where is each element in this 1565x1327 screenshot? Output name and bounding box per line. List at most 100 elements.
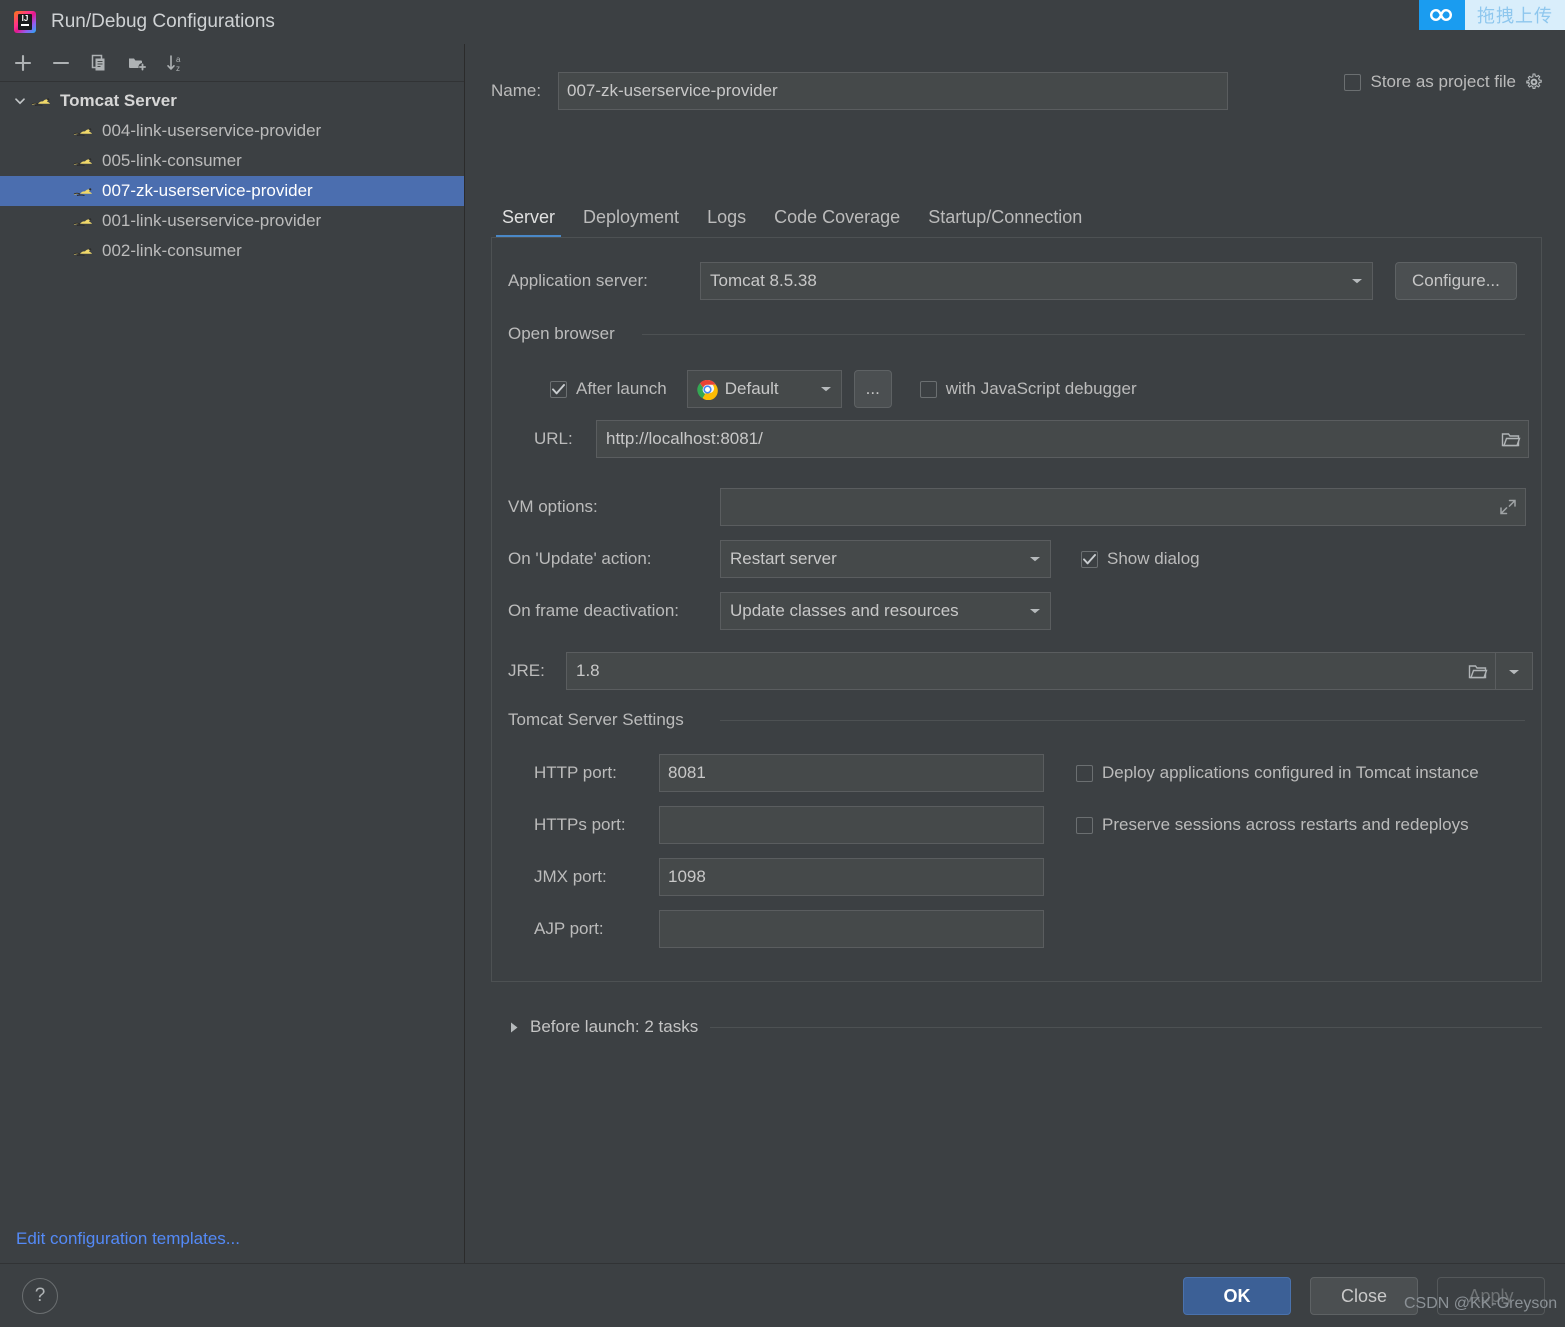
on-frame-deactivation-label: On frame deactivation: xyxy=(508,601,680,620)
configure-button[interactable]: Configure... xyxy=(1395,262,1517,300)
gear-icon[interactable] xyxy=(1525,73,1543,91)
name-label: Name: xyxy=(491,81,542,100)
infinity-icon xyxy=(1419,0,1465,30)
tree-item-004-link-userservice-provider[interactable]: 004-link-userservice-provider xyxy=(0,116,464,146)
tree-item-002-link-consumer[interactable]: 002-link-consumer xyxy=(0,236,464,266)
tree-item-label: 007-zk-userservice-provider xyxy=(102,181,313,200)
jre-dropdown-button[interactable] xyxy=(1496,652,1533,690)
before-launch-section[interactable]: Before launch: 2 tasks xyxy=(491,1004,1542,1050)
ok-button[interactable]: OK xyxy=(1183,1277,1291,1315)
jmx-port-input[interactable] xyxy=(659,858,1044,896)
vm-options-field[interactable] xyxy=(720,488,1526,526)
js-debugger-checkbox[interactable] xyxy=(919,380,937,398)
tomcat-icon xyxy=(72,182,96,200)
tree-toolbar: a z xyxy=(0,44,464,82)
url-label: URL: xyxy=(534,429,573,448)
vm-options-label: VM options: xyxy=(508,497,598,516)
configurations-panel: a z Tomcat Server 004-link-userservice-p… xyxy=(0,44,465,1263)
jre-field[interactable]: 1.8 xyxy=(566,652,1496,690)
https-port-input[interactable] xyxy=(659,806,1044,844)
show-dialog-checkbox[interactable] xyxy=(1081,550,1098,568)
url-row: URL: http://localhost:8081/ xyxy=(534,420,1529,458)
folder-icon[interactable] xyxy=(1494,431,1528,448)
tree-item-label: 005-link-consumer xyxy=(102,151,242,170)
store-as-project-file-row: Store as project file xyxy=(1344,72,1543,92)
tree-item-label: 002-link-consumer xyxy=(102,241,242,260)
jmx-port-label: JMX port: xyxy=(534,867,607,886)
on-update-action-label: On 'Update' action: xyxy=(508,549,652,568)
browser-combo[interactable]: Default xyxy=(686,370,842,408)
dialog-title: Run/Debug Configurations xyxy=(51,11,275,32)
tab-code-coverage[interactable]: Code Coverage xyxy=(760,207,914,238)
folder-icon[interactable] xyxy=(1461,663,1495,680)
svg-text:z: z xyxy=(176,64,180,73)
before-launch-label: Before launch: 2 tasks xyxy=(530,1017,699,1036)
dialog-titlebar: IJ Run/Debug Configurations xyxy=(0,0,1565,44)
edit-configuration-templates[interactable]: Edit configuration templates... xyxy=(0,1215,465,1263)
on-update-action-row: On 'Update' action: Restart server Show … xyxy=(508,540,1200,578)
close-button[interactable]: Close xyxy=(1310,1277,1418,1315)
chevron-down-icon[interactable] xyxy=(10,94,30,108)
open-browser-group-divider xyxy=(642,334,1525,335)
http-port-label: HTTP port: xyxy=(534,763,617,782)
application-server-combo[interactable]: Tomcat 8.5.38 xyxy=(700,262,1373,300)
jre-label: JRE: xyxy=(508,661,545,680)
before-launch-divider xyxy=(710,1026,1542,1028)
tab-deployment[interactable]: Deployment xyxy=(569,207,693,238)
ajp-port-label: AJP port: xyxy=(534,919,604,938)
on-frame-deactivation-row: On frame deactivation: Update classes an… xyxy=(508,592,1051,630)
jre-value: 1.8 xyxy=(576,661,600,680)
http-port-input[interactable] xyxy=(659,754,1044,792)
edit-configuration-templates-link[interactable]: Edit configuration templates... xyxy=(16,1229,240,1249)
show-dialog-label: Show dialog xyxy=(1107,549,1200,568)
chevron-right-icon[interactable] xyxy=(509,1021,520,1034)
tomcat-icon xyxy=(30,92,54,110)
upload-badge[interactable]: 拖拽上传 xyxy=(1419,0,1565,30)
https-port-row: HTTPs port: Preserve sessions across res… xyxy=(534,806,1469,844)
configuration-tabs[interactable]: Server Deployment Logs Code Coverage Sta… xyxy=(466,194,1565,238)
chevron-down-icon xyxy=(1342,277,1372,285)
add-configuration-button[interactable] xyxy=(6,47,40,79)
configurations-tree[interactable]: Tomcat Server 004-link-userservice-provi… xyxy=(0,82,464,266)
chevron-down-icon xyxy=(1020,555,1050,563)
watermark: CSDN @KK-Greyson xyxy=(1404,1295,1558,1312)
tree-group-label: Tomcat Server xyxy=(60,91,177,110)
on-frame-deactivation-value: Update classes and resources xyxy=(730,601,959,620)
chevron-down-icon xyxy=(811,385,841,393)
remove-configuration-button[interactable] xyxy=(44,47,78,79)
on-frame-deactivation-combo[interactable]: Update classes and resources xyxy=(720,592,1051,630)
expand-icon[interactable] xyxy=(1491,498,1525,516)
after-launch-label: After launch xyxy=(576,379,667,398)
deploy-applications-checkbox[interactable] xyxy=(1076,764,1093,782)
application-server-value: Tomcat 8.5.38 xyxy=(710,271,817,290)
sort-configurations-button[interactable]: a z xyxy=(158,47,192,79)
tab-startup-connection[interactable]: Startup/Connection xyxy=(914,207,1096,238)
new-folder-button[interactable] xyxy=(120,47,154,79)
on-update-action-combo[interactable]: Restart server xyxy=(720,540,1051,578)
tree-item-005-link-consumer[interactable]: 005-link-consumer xyxy=(0,146,464,176)
name-input[interactable] xyxy=(558,72,1228,110)
tab-logs[interactable]: Logs xyxy=(693,207,760,238)
copy-configuration-button[interactable] xyxy=(82,47,116,79)
application-server-label: Application server: xyxy=(508,271,648,290)
tomcat-icon xyxy=(72,122,96,140)
chevron-down-icon xyxy=(1020,607,1050,615)
chrome-icon xyxy=(697,379,718,400)
help-button[interactable]: ? xyxy=(22,1278,58,1314)
store-as-project-file-checkbox[interactable] xyxy=(1344,73,1362,91)
tab-server[interactable]: Server xyxy=(488,207,569,238)
js-debugger-label: with JavaScript debugger xyxy=(945,379,1137,398)
ajp-port-row: AJP port: xyxy=(534,910,1044,948)
tree-item-007-zk-userservice-provider[interactable]: 007-zk-userservice-provider xyxy=(0,176,464,206)
tree-group-tomcat-server[interactable]: Tomcat Server xyxy=(0,86,464,116)
url-field[interactable]: http://localhost:8081/ xyxy=(596,420,1529,458)
url-value: http://localhost:8081/ xyxy=(606,429,763,448)
tree-item-label: 004-link-userservice-provider xyxy=(102,121,322,140)
preserve-sessions-checkbox[interactable] xyxy=(1076,816,1093,834)
tree-item-001-link-userservice-provider[interactable]: 001-link-userservice-provider xyxy=(0,206,464,236)
ajp-port-input[interactable] xyxy=(659,910,1044,948)
after-launch-checkbox[interactable] xyxy=(550,380,567,398)
preserve-sessions-label: Preserve sessions across restarts and re… xyxy=(1102,815,1469,834)
browser-browse-button[interactable]: ... xyxy=(853,370,892,408)
on-update-action-value: Restart server xyxy=(730,549,837,568)
